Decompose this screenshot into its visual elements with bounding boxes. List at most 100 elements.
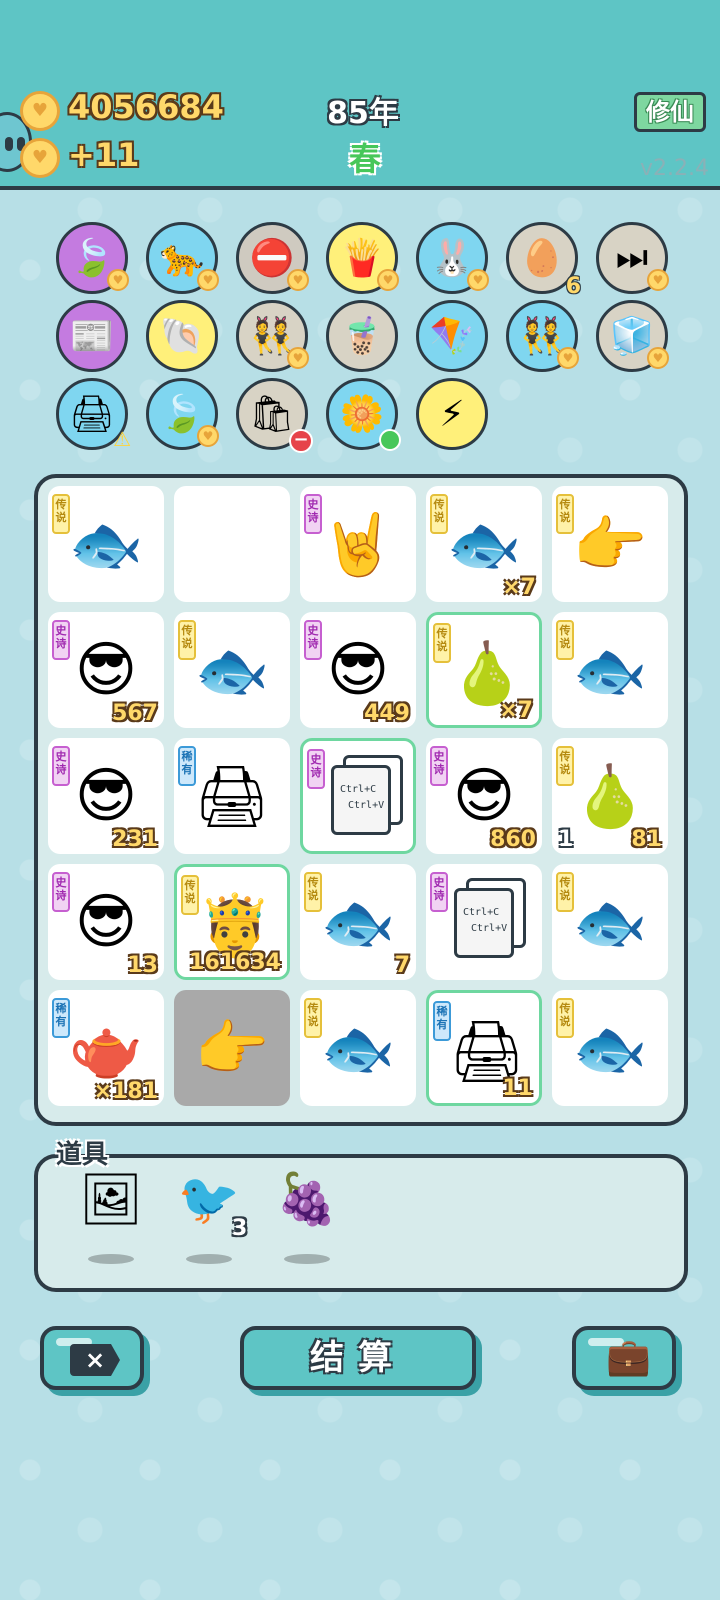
board-slot[interactable]: 👉 传说 <box>552 486 668 602</box>
board-slot[interactable]: 🤘 史诗 <box>300 486 416 602</box>
relic-item[interactable]: 🐆 ♥ <box>146 222 219 294</box>
relic-item[interactable]: ⚡ <box>416 378 488 450</box>
board-slot[interactable]: 😎 史诗 231 <box>48 738 164 854</box>
slot-count: 231 <box>112 827 158 852</box>
year-counter: 85年 <box>327 96 399 131</box>
heart-badge-icon: ♥ <box>197 425 219 447</box>
avatar-eye <box>5 137 13 151</box>
board-slot[interactable]: 🍐 传说 ×7 <box>426 612 542 728</box>
ctrl-v-label: Ctrl+V <box>348 800 385 811</box>
board-slot[interactable]: 🐟 传说 <box>552 864 668 980</box>
relic-item[interactable]: 🍟 ♥ <box>326 222 399 294</box>
board-slot[interactable]: 😎 史诗 449 <box>300 612 416 728</box>
slot-count: ×7 <box>502 575 536 600</box>
relic-item[interactable]: 🍃 ♥ <box>56 222 129 294</box>
relic-item[interactable]: 🐚 <box>146 300 218 372</box>
slot-count: 161634 <box>189 950 281 975</box>
relic-item[interactable]: 📰 <box>56 300 128 372</box>
relic-item[interactable]: 🪁 <box>416 300 488 372</box>
slot-count: 13 <box>127 953 158 978</box>
exit-icon: × <box>70 1344 120 1376</box>
gold-amount: 4056684 <box>68 88 224 126</box>
heart-badge-icon: ♥ <box>287 347 309 369</box>
board-slot[interactable]: 😎 史诗 860 <box>426 738 542 854</box>
briefcase-icon: 💼 <box>606 1337 651 1378</box>
relic-item[interactable]: 🌼 <box>326 378 401 451</box>
item-shadow <box>186 1254 232 1264</box>
season-label: 春 <box>348 140 381 178</box>
items-label: 道具 <box>56 1140 109 1170</box>
gold-income: +11 <box>68 136 140 174</box>
board-slot[interactable]: 👉 <box>174 990 290 1106</box>
ctrl-c-label: Ctrl+C <box>340 784 377 795</box>
relic-item[interactable]: 🛍 − <box>236 378 313 453</box>
item-shadow <box>284 1254 330 1264</box>
heart-badge-icon: ♥ <box>557 347 579 369</box>
relic-item[interactable]: 👯 ♥ <box>506 300 579 372</box>
relic-item[interactable]: ⏭ ♥ <box>596 222 669 294</box>
warning-icon: ⚠ <box>113 427 131 451</box>
board-slot[interactable]: 🐟 传说 <box>174 612 290 728</box>
board-slot[interactable]: 🐟 传说 <box>552 990 668 1106</box>
board-slot[interactable]: Ctrl+C Ctrl+V 史诗 <box>426 864 542 980</box>
rarity-tag: 史诗 <box>430 872 448 912</box>
slot-count: 11 <box>502 1076 533 1101</box>
rarity-tag: 史诗 <box>304 494 322 534</box>
board-slot[interactable]: 🤴 传说 161634 <box>174 864 290 980</box>
relic-count: 6 <box>565 274 581 299</box>
board-slot[interactable]: 😎 史诗 567 <box>48 612 164 728</box>
board-slot[interactable]: 🍐 传说 81 1 <box>552 738 668 854</box>
cultivate-button[interactable]: 修仙 <box>634 92 706 132</box>
board-slot[interactable]: 🐟 传说 7 <box>300 864 416 980</box>
heart-badge-icon: ♥ <box>107 269 129 291</box>
rarity-tag: 传说 <box>181 875 199 915</box>
rarity-tag: 传说 <box>304 872 322 912</box>
heart-badge-icon: ♥ <box>377 269 399 291</box>
ctrl-c-label: Ctrl+C <box>463 907 500 918</box>
rarity-tag: 传说 <box>52 494 70 534</box>
status-dot-icon <box>379 429 401 451</box>
relic-item[interactable]: 👯 ♥ <box>236 300 309 372</box>
rarity-tag: 史诗 <box>52 746 70 786</box>
board-slot[interactable]: 🐟 传说 <box>300 990 416 1106</box>
relic-item[interactable]: 🧋 <box>326 300 398 372</box>
remove-icon: − <box>289 429 313 453</box>
board-slot[interactable]: Ctrl+C Ctrl+V 史诗 <box>300 738 416 854</box>
slot-count: ×7 <box>499 698 533 723</box>
board-slot[interactable]: 🫖 稀有 ×181 <box>48 990 164 1106</box>
rarity-tag: 传说 <box>556 872 574 912</box>
ctrl-v-label: Ctrl+V <box>471 923 508 934</box>
exit-button[interactable]: × <box>40 1326 144 1390</box>
relic-item[interactable]: 🍃 ♥ <box>146 378 219 450</box>
heart-badge-icon: ♥ <box>197 269 219 291</box>
board-slot[interactable]: 🖨 稀有 <box>174 738 290 854</box>
relic-item[interactable]: 🖨 ⚠ <box>56 378 131 451</box>
rarity-tag: 稀有 <box>178 746 196 786</box>
rarity-tag: 史诗 <box>307 749 325 789</box>
item-icon[interactable]: 🍇 <box>272 1162 342 1236</box>
board-slot[interactable]: 😎 史诗 13 <box>48 864 164 980</box>
board-slot[interactable]: 🖨 稀有 11 <box>426 990 542 1106</box>
board-slot[interactable]: 🐟 传说 <box>48 486 164 602</box>
rarity-tag: 传说 <box>430 494 448 534</box>
relic-item[interactable]: ⛔ ♥ <box>236 222 309 294</box>
rarity-tag: 传说 <box>304 998 322 1038</box>
relic-item[interactable]: 🥚 6 <box>506 222 581 299</box>
board-slot[interactable] <box>174 486 290 602</box>
slot-count: 449 <box>364 701 410 726</box>
slot-count: 860 <box>490 827 536 852</box>
rarity-tag: 传说 <box>556 998 574 1038</box>
rarity-tag: 稀有 <box>433 1001 451 1041</box>
board-slot[interactable]: 🐟 传说 ×7 <box>426 486 542 602</box>
settle-button[interactable]: 结算 <box>240 1326 476 1390</box>
rarity-tag: 史诗 <box>304 620 322 660</box>
heart-badge-icon: ♥ <box>647 269 669 291</box>
relic-item[interactable]: 🧊 ♥ <box>596 300 669 372</box>
item-icon[interactable]: 🖼 <box>76 1162 146 1236</box>
slot-level: 1 <box>558 827 574 852</box>
board-slot[interactable]: 🐟 传说 <box>552 612 668 728</box>
inventory-button[interactable]: 💼 <box>572 1326 676 1390</box>
item-count: 3 <box>232 1216 248 1241</box>
relic-item[interactable]: 🐰 ♥ <box>416 222 489 294</box>
slot-count: 567 <box>112 701 158 726</box>
